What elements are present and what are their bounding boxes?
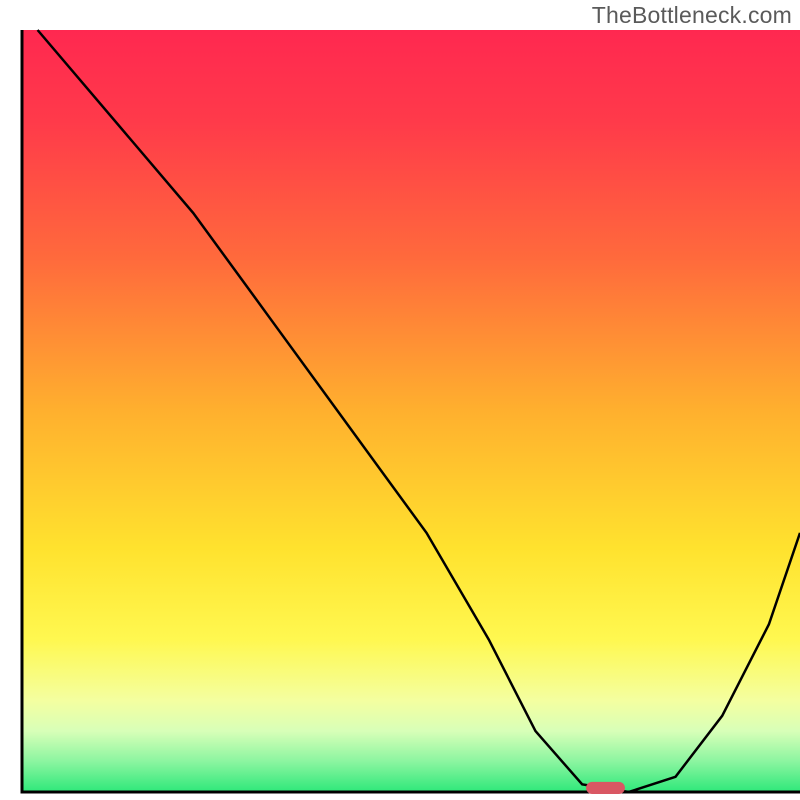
- optimum-marker: [586, 782, 625, 794]
- bottleneck-chart: [0, 0, 800, 800]
- chart-container: TheBottleneck.com: [0, 0, 800, 800]
- plot-area: [22, 30, 800, 792]
